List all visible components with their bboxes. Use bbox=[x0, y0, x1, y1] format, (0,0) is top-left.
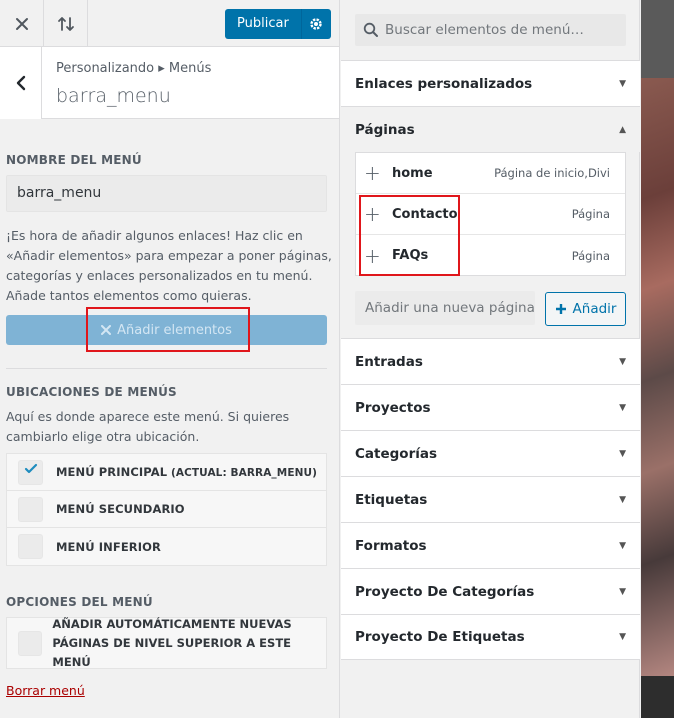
highlight-box bbox=[86, 307, 250, 352]
accordion-title: Categorías bbox=[355, 445, 437, 462]
auto-add-option[interactable]: AÑADIR AUTOMÁTICAMENTE NUEVAS PÁGINAS DE… bbox=[6, 617, 327, 669]
accordion-posts[interactable]: Entradas ▼ bbox=[341, 338, 640, 384]
auto-add-line: AÑADIR AUTOMÁTICAMENTE NUEVAS bbox=[52, 616, 292, 631]
chevron-left-icon bbox=[16, 75, 25, 91]
caret-down-icon: ▼ bbox=[619, 356, 626, 367]
menu-locations-description: Aquí es donde aparece este menú. Si quie… bbox=[6, 409, 290, 444]
accordion-pages[interactable]: Páginas ▲ bbox=[341, 106, 640, 152]
gear-icon bbox=[310, 18, 322, 30]
customizer-sidebar: Publicar Personalizando ▸ Menús barra_me… bbox=[0, 0, 340, 718]
accordion-formats[interactable]: Formatos ▼ bbox=[341, 522, 640, 568]
menu-options-label: OPCIONES DEL MENÚ bbox=[6, 595, 153, 609]
preview-image bbox=[641, 78, 674, 676]
caret-down-icon: ▼ bbox=[619, 78, 626, 89]
location-item-footer[interactable]: MENÚ INFERIOR bbox=[7, 528, 326, 565]
new-page-input[interactable]: Añadir una nueva página bbox=[355, 291, 535, 325]
menu-locations-list: MENÚ PRINCIPAL (ACTUAL: BARRA_MENU) MENÚ… bbox=[6, 453, 327, 566]
page-type: Página bbox=[571, 248, 610, 263]
menu-locations-label: UBICACIONES DE MENÚS bbox=[6, 385, 177, 399]
back-button[interactable] bbox=[0, 47, 42, 119]
caret-down-icon: ▼ bbox=[619, 540, 626, 551]
location-label: MENÚ INFERIOR bbox=[56, 539, 161, 554]
auto-add-checkbox[interactable] bbox=[18, 630, 43, 656]
site-preview[interactable] bbox=[641, 0, 674, 718]
accordion-title: Páginas bbox=[355, 121, 415, 138]
accordion-project-tags[interactable]: Proyecto De Etiquetas ▼ bbox=[341, 614, 640, 660]
caret-down-icon: ▼ bbox=[619, 586, 626, 597]
search-icon bbox=[363, 22, 378, 37]
preview-header bbox=[641, 0, 674, 78]
accordion-title: Proyecto De Categorías bbox=[355, 583, 535, 600]
location-checkbox[interactable] bbox=[18, 534, 43, 559]
accordion-custom-links[interactable]: Enlaces personalizados ▼ bbox=[341, 60, 640, 106]
accordion-project-categories[interactable]: Proyecto De Categorías ▼ bbox=[341, 568, 640, 614]
page-name: home bbox=[392, 165, 433, 181]
divider bbox=[6, 368, 327, 369]
location-item-secondary[interactable]: MENÚ SECUNDARIO bbox=[7, 491, 326, 528]
checkmark-icon bbox=[24, 463, 38, 473]
accordion-tags[interactable]: Etiquetas ▼ bbox=[341, 476, 640, 522]
close-button[interactable] bbox=[0, 0, 44, 47]
available-items-panel: Buscar elementos de menú… Enlaces person… bbox=[341, 0, 640, 718]
close-icon bbox=[15, 17, 28, 30]
page-item-home[interactable]: + home Página de inicio,Divi bbox=[356, 153, 625, 194]
accordion-projects[interactable]: Proyectos ▼ bbox=[341, 384, 640, 430]
breadcrumb: Personalizando ▸ Menús bbox=[56, 61, 212, 76]
page-type: Página de inicio,Divi bbox=[494, 166, 610, 180]
search-input[interactable]: Buscar elementos de menú… bbox=[355, 14, 626, 46]
location-label: MENÚ SECUNDARIO bbox=[56, 502, 185, 516]
accordion-title: Formatos bbox=[355, 537, 427, 554]
accordion-categories[interactable]: Categorías ▼ bbox=[341, 430, 640, 476]
preview-footer bbox=[641, 676, 674, 718]
caret-down-icon: ▼ bbox=[619, 494, 626, 505]
accordion-title: Entradas bbox=[355, 353, 423, 370]
intro-text: ¡Es hora de añadir algunos enlaces! Haz … bbox=[6, 228, 332, 303]
accordion-title: Proyecto De Etiquetas bbox=[355, 629, 525, 645]
highlight-box bbox=[359, 195, 460, 276]
auto-add-line: PÁGINAS DE NIVEL SUPERIOR A ESTE MENÚ bbox=[52, 635, 292, 669]
add-page-button[interactable]: Añadir bbox=[545, 292, 626, 326]
panel-header: Personalizando ▸ Menús barra_menu bbox=[0, 47, 339, 119]
accordion-title: Etiquetas bbox=[355, 491, 428, 508]
caret-down-icon: ▼ bbox=[619, 632, 626, 642]
customizer-topbar: Publicar bbox=[0, 0, 339, 47]
accordion-title: Enlaces personalizados bbox=[355, 75, 533, 92]
location-label: MENÚ PRINCIPAL (ACTUAL: BARRA_MENU) bbox=[56, 465, 317, 479]
search-placeholder: Buscar elementos de menú… bbox=[385, 22, 584, 38]
publish-group: Publicar bbox=[225, 9, 331, 39]
menu-name-input[interactable]: barra_menu bbox=[6, 175, 327, 212]
caret-down-icon: ▼ bbox=[619, 402, 626, 413]
location-name: MENÚ PRINCIPAL bbox=[56, 465, 168, 479]
publish-button[interactable]: Publicar bbox=[225, 9, 302, 39]
plus-icon: + bbox=[364, 161, 381, 185]
publish-settings-button[interactable] bbox=[301, 9, 331, 39]
accordion-title: Proyectos bbox=[355, 399, 431, 416]
location-item-primary[interactable]: MENÚ PRINCIPAL (ACTUAL: BARRA_MENU) bbox=[7, 454, 326, 491]
delete-menu-link[interactable]: Borrar menú bbox=[6, 683, 85, 698]
auto-add-label: AÑADIR AUTOMÁTICAMENTE NUEVAS PÁGINAS DE… bbox=[52, 615, 326, 672]
location-current: (ACTUAL: BARRA_MENU) bbox=[167, 467, 318, 479]
caret-down-icon: ▼ bbox=[619, 448, 626, 459]
page-type: Página bbox=[571, 207, 610, 221]
sort-arrows-icon bbox=[57, 16, 74, 31]
plus-icon bbox=[555, 304, 566, 314]
page-title: barra_menu bbox=[56, 85, 171, 107]
reorder-button[interactable] bbox=[44, 0, 88, 47]
location-checkbox[interactable] bbox=[18, 459, 43, 485]
caret-up-icon: ▲ bbox=[619, 124, 626, 135]
menu-name-label: NOMBRE DEL MENÚ bbox=[6, 153, 142, 167]
add-page-label: Añadir bbox=[572, 301, 617, 317]
location-checkbox[interactable] bbox=[18, 496, 43, 522]
